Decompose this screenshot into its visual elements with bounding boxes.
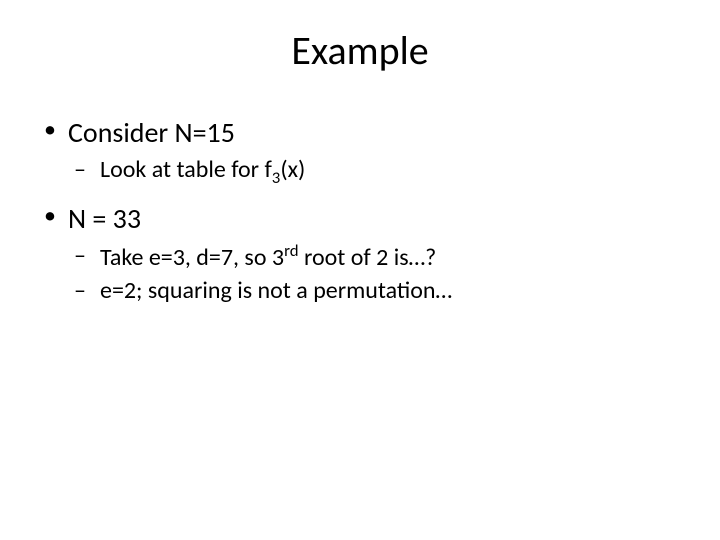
bullet-text: N = 33 <box>68 201 141 236</box>
sub-bullet-text-tail: root of 2 is…? <box>299 243 437 272</box>
sub-bullet-list: Take e=3, d=7, so 3rd root of 2 is…? e=2… <box>68 240 680 307</box>
bullet-text: Consider N=15 <box>68 115 235 150</box>
superscript: rd <box>284 240 298 261</box>
slide-title: Example <box>40 26 680 75</box>
sub-bullet-list: Look at table for f3(x) <box>68 154 680 189</box>
slide: Example Consider N=15 Look at table for … <box>0 0 720 540</box>
sub-bullet-text: e=2; squaring is not a permutation… <box>100 276 452 305</box>
sub-bullet-item: e=2; squaring is not a permutation… <box>68 275 680 307</box>
bullet-list: Consider N=15 Look at table for f3(x) N … <box>40 115 680 307</box>
bullet-item: N = 33 Take e=3, d=7, so 3rd root of 2 i… <box>40 201 680 307</box>
sub-bullet-text-tail: (x) <box>280 155 305 184</box>
sub-bullet-text: Take e=3, d=7, so 3 <box>100 243 284 272</box>
bullet-item: Consider N=15 Look at table for f3(x) <box>40 115 680 189</box>
sub-bullet-item: Look at table for f3(x) <box>68 154 680 189</box>
sub-bullet-text: Look at table for f <box>100 155 272 184</box>
sub-bullet-item: Take e=3, d=7, so 3rd root of 2 is…? <box>68 240 680 274</box>
